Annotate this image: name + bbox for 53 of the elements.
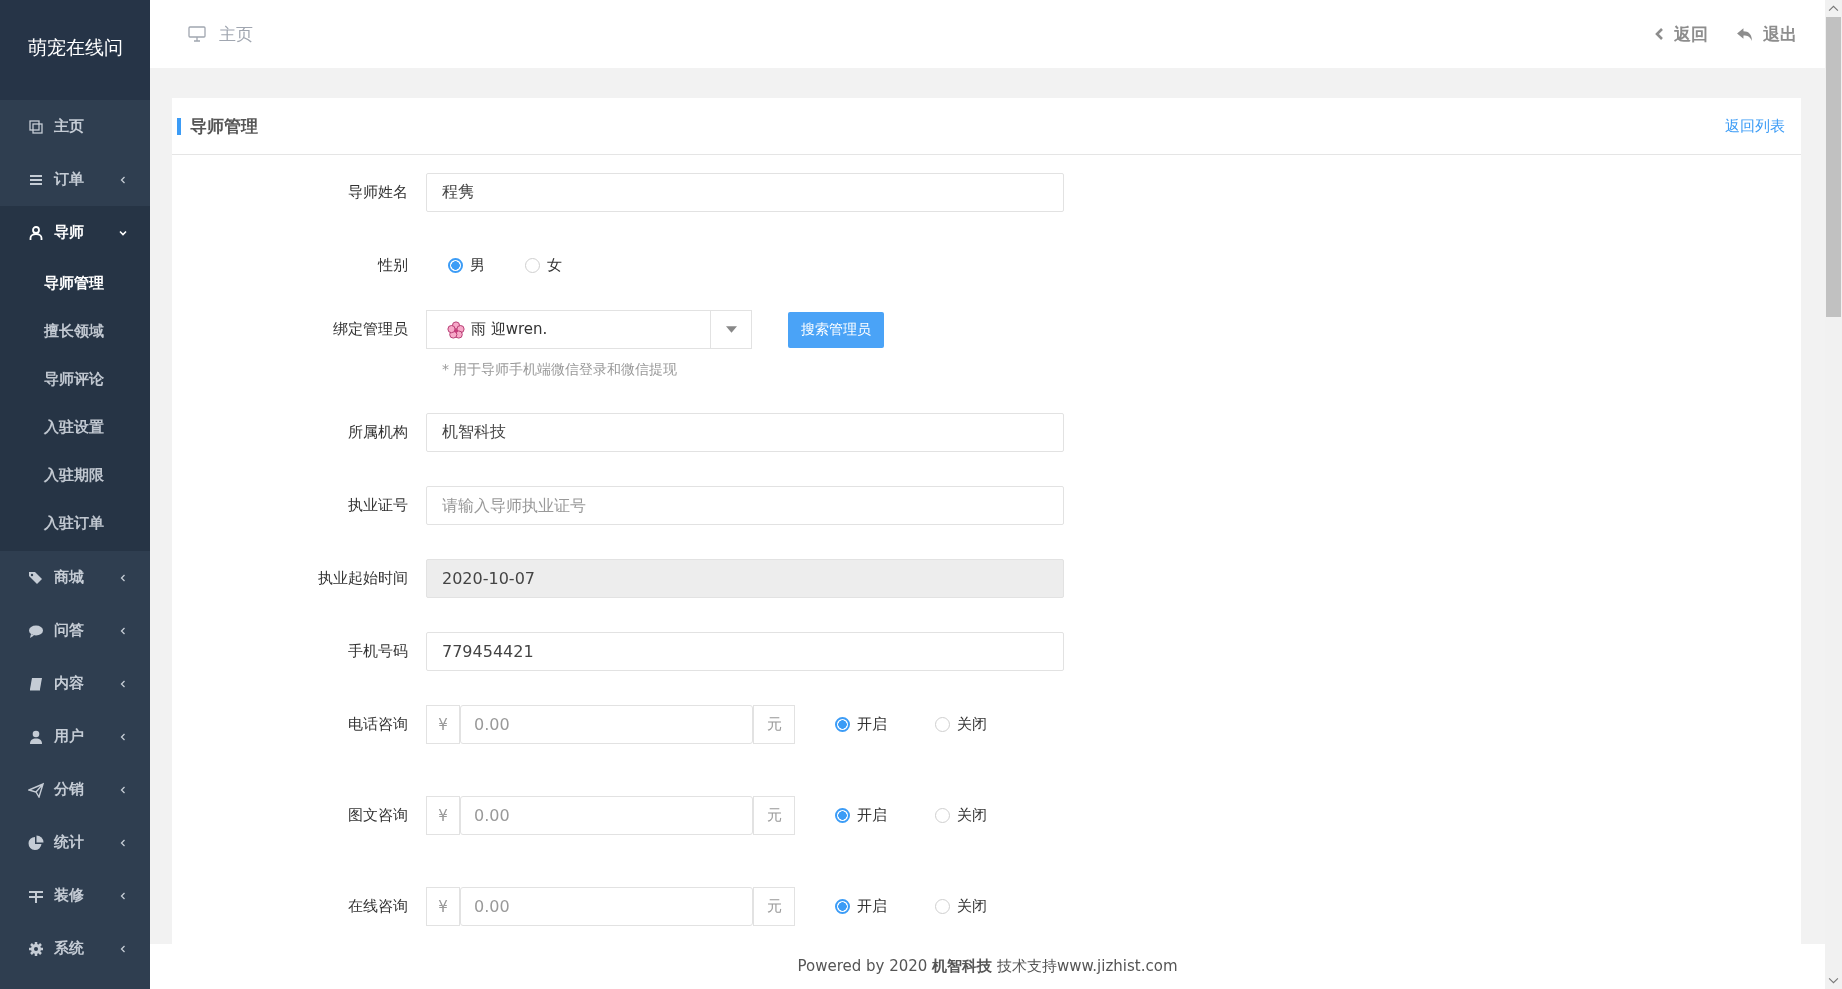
unit-addon: 元 xyxy=(753,887,795,926)
radio-option[interactable]: 关闭 xyxy=(935,715,987,734)
radio-option[interactable]: 关闭 xyxy=(935,897,987,916)
sidebar-item[interactable]: 统计 xyxy=(0,816,150,869)
field-label: 图文咨询 xyxy=(347,805,409,826)
unit-addon: 元 xyxy=(753,796,795,835)
app-logo: 萌宠在线问 xyxy=(0,0,150,100)
field-label: 执业证号 xyxy=(347,495,409,516)
currency-addon: ¥ xyxy=(426,796,460,835)
text-input[interactable]: 请输入导师执业证号 xyxy=(426,486,1064,525)
radio-option[interactable]: 女 xyxy=(525,255,562,275)
text-input[interactable]: 779454421 xyxy=(426,632,1064,671)
sidebar-item[interactable]: 用户 xyxy=(0,710,150,763)
field-label: 性别 xyxy=(376,255,409,276)
card-title: 导师管理 xyxy=(177,117,258,135)
footer-text: Powered by 2020 机智科技 技术支持www.jizhist.com xyxy=(797,957,1178,976)
sidebar-item[interactable]: 主页 xyxy=(0,100,150,153)
field-label: 手机号码 xyxy=(347,641,409,662)
sidebar-item[interactable]: 分销 xyxy=(0,763,150,816)
text-input[interactable]: 程隽 xyxy=(426,173,1064,212)
radio-option[interactable]: 男 xyxy=(448,255,485,275)
currency-addon: ¥ xyxy=(426,705,460,744)
field-label: 在线咨询 xyxy=(347,896,409,917)
sidebar-subitem[interactable]: 入驻期限 xyxy=(0,451,150,499)
price-input[interactable]: 0.00 xyxy=(460,705,753,744)
price-input[interactable]: 0.00 xyxy=(460,887,753,926)
sidebar-item[interactable]: 商城 xyxy=(0,551,150,604)
currency-addon: ¥ xyxy=(426,887,460,926)
field-label: 绑定管理员 xyxy=(332,319,409,340)
text-input[interactable]: 机智科技 xyxy=(426,413,1064,452)
field-hint: * 用于导师手机端微信登录和微信提现 xyxy=(441,361,679,379)
admin-select[interactable]: 雨 迎wren. xyxy=(426,310,752,349)
sidebar-item[interactable]: 系统 xyxy=(0,922,150,975)
sidebar-item[interactable]: 问答 xyxy=(0,604,150,657)
sidebar-subitem[interactable]: 入驻订单 xyxy=(0,499,150,547)
field-label: 导师姓名 xyxy=(347,182,409,203)
sidebar-item[interactable]: 导师 xyxy=(0,206,150,259)
sidebar-subitem[interactable]: 擅长领域 xyxy=(0,307,150,355)
sidebar-item[interactable]: 内容 xyxy=(0,657,150,710)
radio-option[interactable]: 开启 xyxy=(835,715,887,734)
field-label: 所属机构 xyxy=(347,422,409,443)
radio-option[interactable]: 开启 xyxy=(835,897,887,916)
price-input[interactable]: 0.00 xyxy=(460,796,753,835)
sidebar-item[interactable]: 订单 xyxy=(0,153,150,206)
sidebar-subitem[interactable]: 入驻设置 xyxy=(0,403,150,451)
radio-option[interactable]: 开启 xyxy=(835,806,887,825)
radio-option[interactable]: 关闭 xyxy=(935,806,987,825)
sidebar-subitem[interactable]: 导师评论 xyxy=(0,355,150,403)
unit-addon: 元 xyxy=(753,705,795,744)
sidebar-item[interactable]: 装修 xyxy=(0,869,150,922)
field-label: 执业起始时间 xyxy=(317,568,409,589)
field-label: 电话咨询 xyxy=(347,714,409,735)
sidebar-subitem[interactable]: 导师管理 xyxy=(0,259,150,307)
